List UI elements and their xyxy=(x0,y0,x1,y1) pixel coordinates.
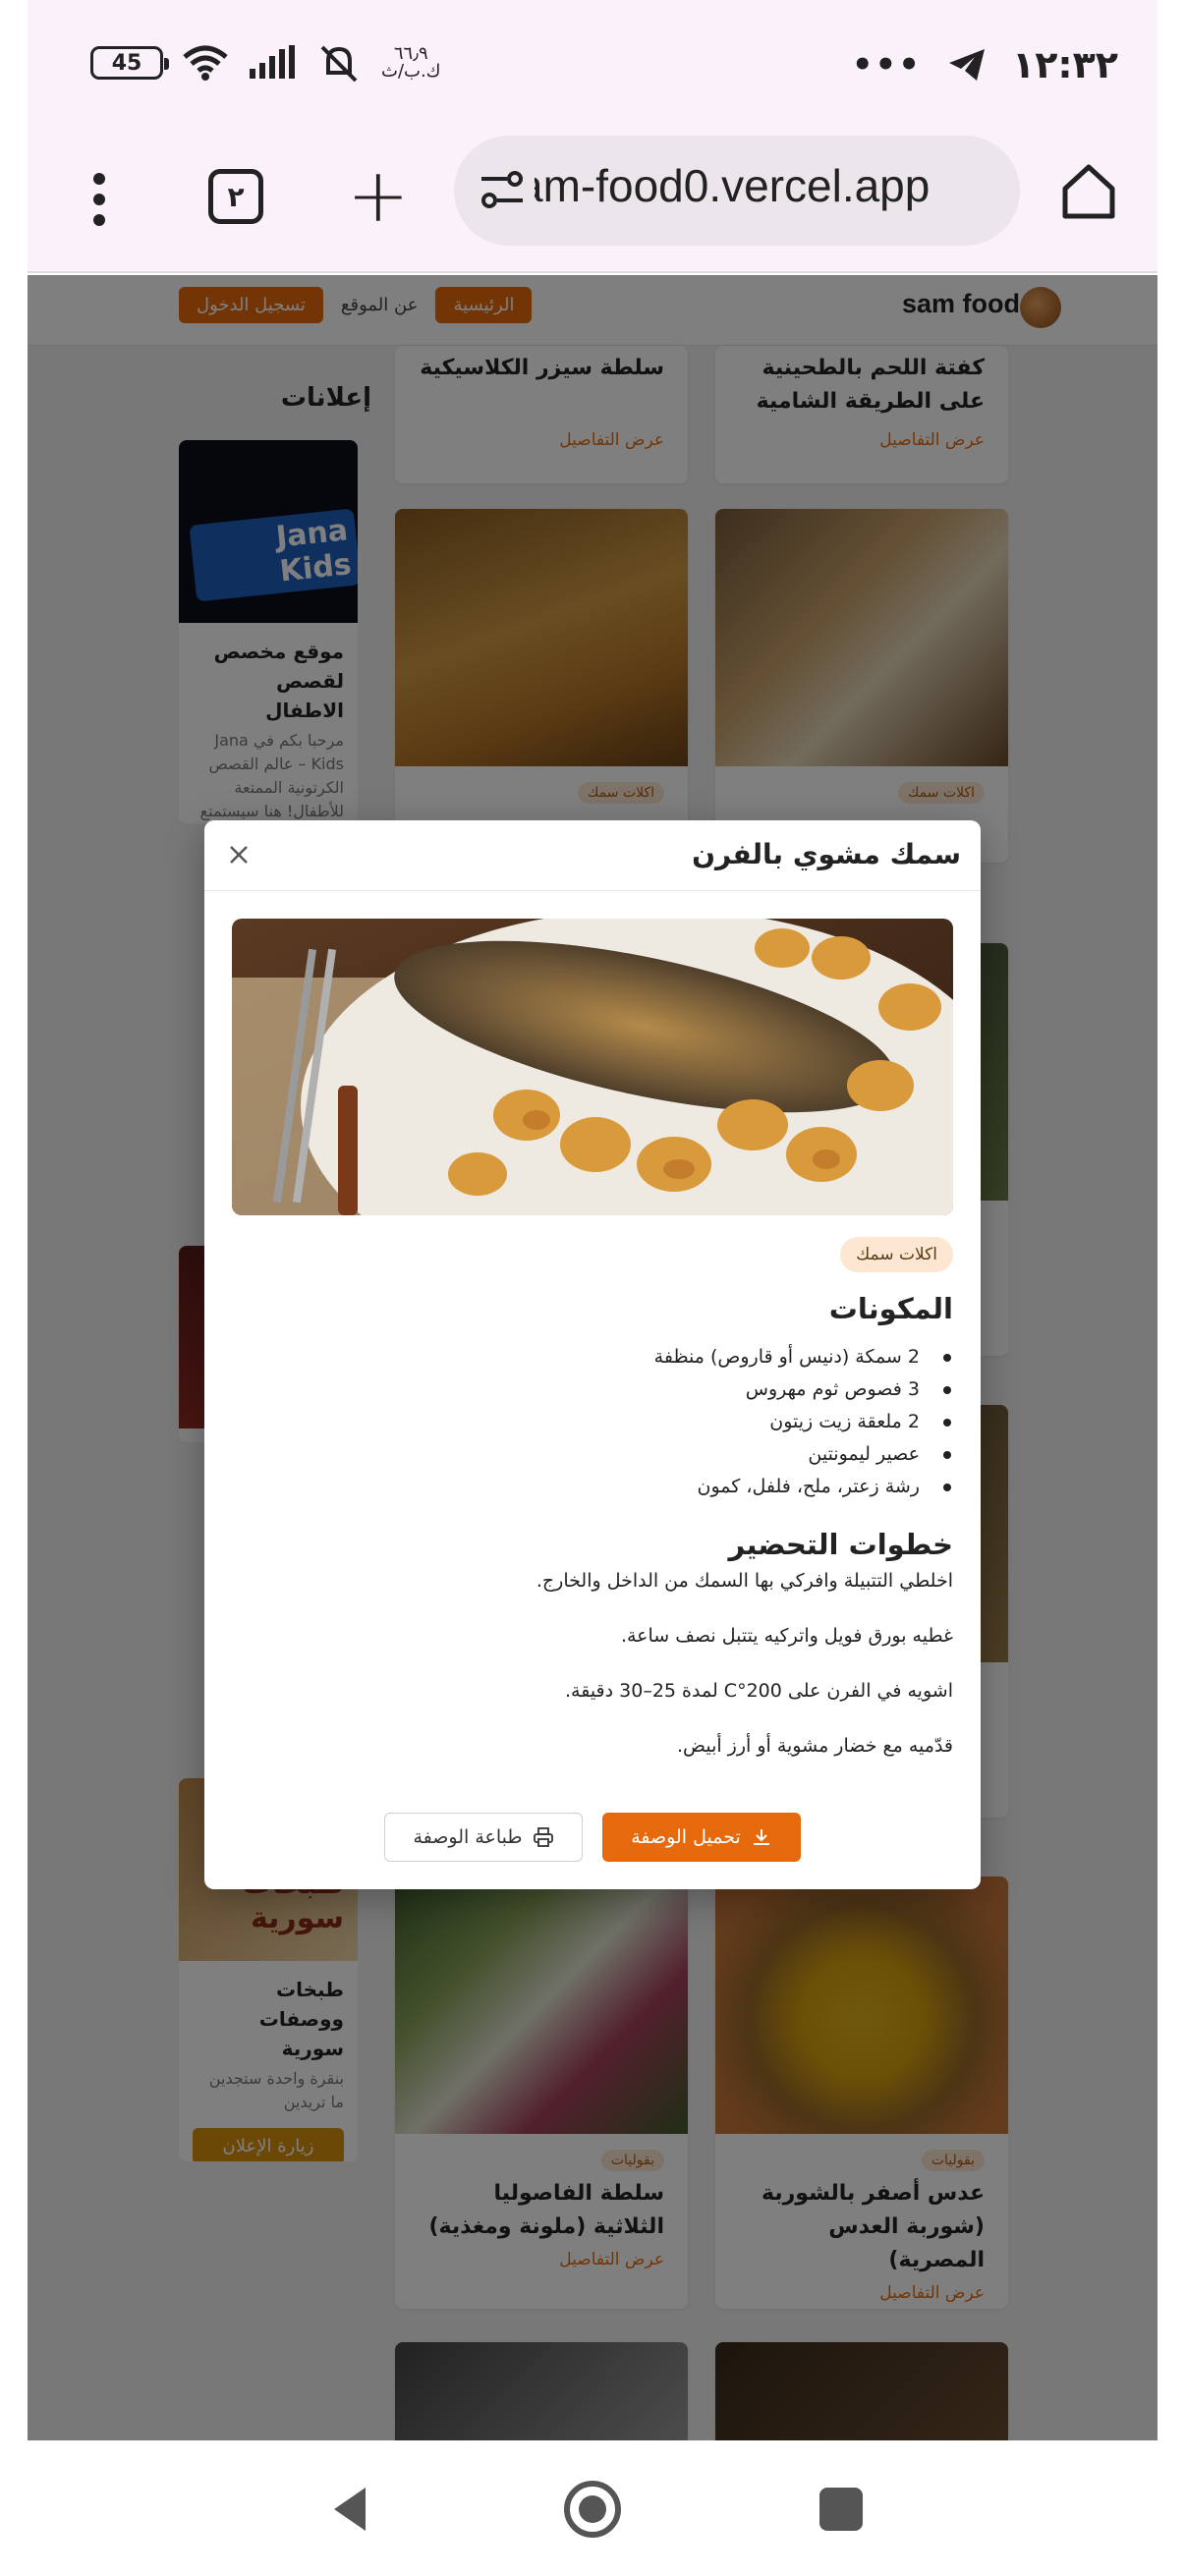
tabs-button[interactable]: ٢ xyxy=(208,169,263,224)
download-label: تحميل الوصفة xyxy=(631,1826,741,1848)
home-button-icon[interactable] xyxy=(561,2478,624,2541)
print-label: طباعة الوصفة xyxy=(413,1826,523,1848)
recipe-modal: سمك مشوي بالفرن اكلات سمك المكونات 2 سمك… xyxy=(204,820,981,1889)
recipe-photo xyxy=(232,919,953,1215)
list-item: 3 فصوص ثوم مهروس xyxy=(654,1373,953,1406)
home-icon[interactable] xyxy=(1057,159,1120,222)
steps-heading: خطوات التحضير xyxy=(728,1528,953,1561)
site-settings-icon[interactable] xyxy=(478,165,527,214)
list-item: رشة زعتر، ملح، فلفل، كمون xyxy=(654,1471,953,1503)
telegram-icon xyxy=(949,49,986,81)
url-text: sam-food0.vercel.app xyxy=(535,160,931,211)
step-text: غطيه بورق فويل واتركيه يتتبل نصف ساعة. xyxy=(620,1625,953,1647)
step-text: اشويه في الفرن على 200°C لمدة 25–30 دقيق… xyxy=(564,1680,953,1702)
modal-title: سمك مشوي بالفرن xyxy=(692,838,961,870)
plus-icon[interactable]: + xyxy=(347,158,410,233)
list-item: عصير ليمونتين xyxy=(654,1438,953,1471)
bell-off-icon xyxy=(320,45,358,83)
print-icon xyxy=(533,1827,553,1847)
modal-header: سمك مشوي بالفرن xyxy=(204,820,981,891)
modal-actions: تحميل الوصفة طباعة الوصفة xyxy=(384,1813,801,1862)
ingredients-heading: المكونات xyxy=(828,1292,953,1325)
wifi-icon xyxy=(183,45,228,81)
back-icon[interactable] xyxy=(322,2480,381,2539)
list-item: 2 ملعقة زيت زيتون xyxy=(654,1406,953,1438)
print-recipe-button[interactable]: طباعة الوصفة xyxy=(384,1813,583,1862)
ingredients-list: 2 سمكة (دنيس أو قاروص) منظفة 3 فصوص ثوم … xyxy=(654,1341,953,1503)
system-nav-bar xyxy=(28,2440,1157,2576)
address-bar[interactable]: sam-food0.vercel.app xyxy=(454,136,1020,250)
step-text: اخلطي التتبيلة وافركي بها السمك من الداخ… xyxy=(536,1570,953,1592)
close-icon[interactable] xyxy=(224,840,254,869)
download-icon xyxy=(753,1829,769,1845)
download-recipe-button[interactable]: تحميل الوصفة xyxy=(602,1813,801,1862)
step-text: قدّميه مع خضار مشوية أو أرز أبيض. xyxy=(677,1735,953,1757)
category-tag: اكلات سمك xyxy=(840,1237,953,1272)
list-item: 2 سمكة (دنيس أو قاروص) منظفة xyxy=(654,1341,953,1373)
steps-list: اخلطي التتبيلة وافركي بها السمك من الداخ… xyxy=(232,1567,953,1787)
clock: ١٢:٣٢ xyxy=(1012,43,1118,86)
menu-dots-icon[interactable] xyxy=(85,165,114,234)
net-speed: ٦٦٫٩ ك.ب/ث xyxy=(381,43,441,82)
recents-icon[interactable] xyxy=(814,2482,869,2537)
browser-toolbar: ٢ + sam-food0.vercel.app xyxy=(28,136,1157,273)
status-bar: 45 ٦٦٫٩ ك.ب/ث ••• ١٢:٣٢ xyxy=(28,0,1157,136)
more-notifications: ••• xyxy=(851,45,923,84)
battery-indicator: 45 xyxy=(90,46,169,80)
signal-icon xyxy=(250,45,295,79)
